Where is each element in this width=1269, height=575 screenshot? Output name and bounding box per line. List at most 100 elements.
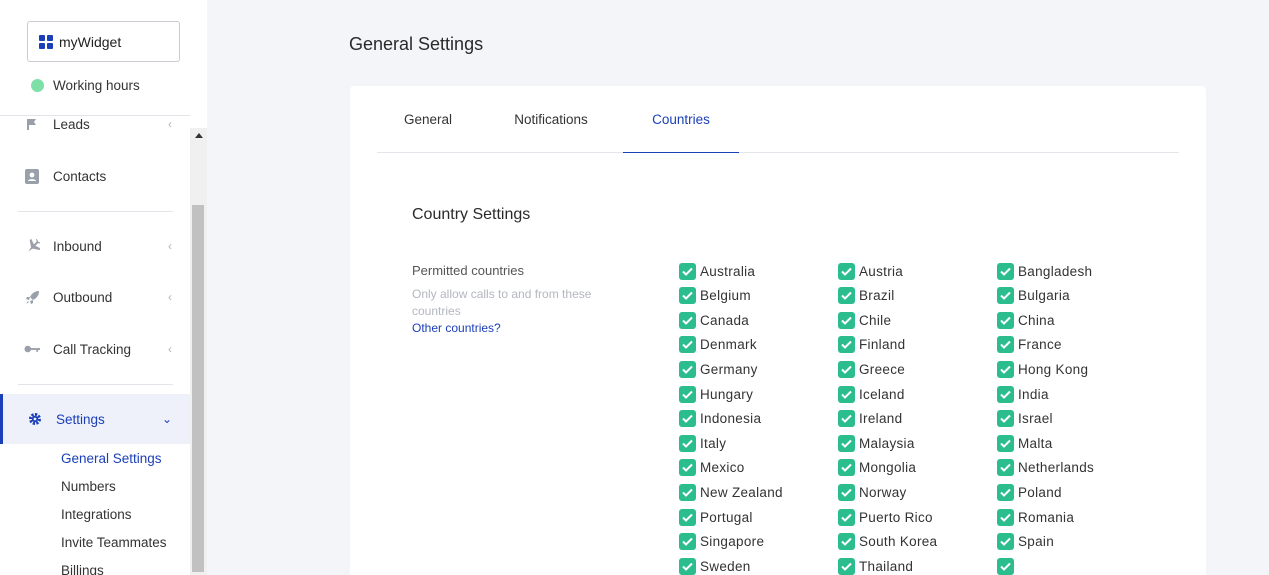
sidebar-item-contacts[interactable]: Contacts bbox=[0, 156, 190, 196]
country-checkbox[interactable]: France bbox=[997, 336, 1062, 354]
sidebar-item-call-tracking[interactable]: Call Tracking ‹ bbox=[0, 329, 190, 369]
checkmark-icon[interactable] bbox=[838, 557, 855, 575]
country-checkbox[interactable]: Bangladesh bbox=[997, 262, 1092, 280]
country-checkbox[interactable]: Brazil bbox=[838, 287, 895, 305]
checkmark-icon[interactable] bbox=[997, 533, 1014, 551]
country-checkbox[interactable]: Mexico bbox=[679, 459, 745, 477]
checkmark-icon[interactable] bbox=[997, 287, 1014, 305]
sidebar-scrollbar[interactable] bbox=[190, 128, 207, 575]
country-checkbox[interactable]: Ireland bbox=[838, 410, 902, 428]
country-checkbox[interactable] bbox=[997, 557, 1018, 575]
country-checkbox[interactable]: Thailand bbox=[838, 557, 913, 575]
country-checkbox[interactable]: China bbox=[997, 311, 1055, 329]
checkmark-icon[interactable] bbox=[679, 336, 696, 354]
checkmark-icon[interactable] bbox=[997, 385, 1014, 403]
nav-divider bbox=[18, 211, 173, 212]
checkmark-icon[interactable] bbox=[997, 434, 1014, 452]
country-checkbox[interactable]: Indonesia bbox=[679, 410, 761, 428]
country-checkbox[interactable]: Sweden bbox=[679, 557, 751, 575]
country-checkbox[interactable]: Canada bbox=[679, 311, 749, 329]
checkmark-icon[interactable] bbox=[997, 483, 1014, 501]
checkmark-icon[interactable] bbox=[997, 459, 1014, 477]
country-checkbox[interactable]: Malta bbox=[997, 434, 1053, 452]
checkmark-icon[interactable] bbox=[997, 311, 1014, 329]
checkmark-icon[interactable] bbox=[679, 311, 696, 329]
country-checkbox[interactable]: Puerto Rico bbox=[838, 508, 933, 526]
checkmark-icon[interactable] bbox=[997, 557, 1014, 575]
country-checkbox[interactable]: Mongolia bbox=[838, 459, 916, 477]
sidebar-item-outbound[interactable]: Outbound ‹ bbox=[0, 277, 190, 317]
checkmark-icon[interactable] bbox=[838, 533, 855, 551]
checkmark-icon[interactable] bbox=[838, 459, 855, 477]
country-checkbox[interactable]: Italy bbox=[679, 434, 726, 452]
sidebar-subitem-numbers[interactable]: Numbers bbox=[61, 479, 173, 494]
sidebar-subitem-integrations[interactable]: Integrations bbox=[61, 507, 173, 522]
checkmark-icon[interactable] bbox=[679, 360, 696, 378]
country-checkbox[interactable]: Germany bbox=[679, 360, 758, 378]
checkmark-icon[interactable] bbox=[838, 434, 855, 452]
country-checkbox[interactable]: Netherlands bbox=[997, 459, 1094, 477]
checkmark-icon[interactable] bbox=[679, 434, 696, 452]
working-hours-status[interactable]: Working hours bbox=[31, 78, 140, 93]
checkmark-icon[interactable] bbox=[997, 262, 1014, 280]
country-checkbox[interactable]: Iceland bbox=[838, 385, 905, 403]
other-countries-link[interactable]: Other countries? bbox=[412, 321, 501, 335]
country-checkbox[interactable]: India bbox=[997, 385, 1049, 403]
checkmark-icon[interactable] bbox=[997, 336, 1014, 354]
sidebar-subitem-general-settings[interactable]: General Settings bbox=[61, 451, 173, 466]
country-checkbox[interactable]: Norway bbox=[838, 483, 907, 501]
checkmark-icon[interactable] bbox=[997, 410, 1014, 428]
country-checkbox[interactable]: Austria bbox=[838, 262, 903, 280]
sidebar-item-leads[interactable]: Leads ‹ bbox=[0, 116, 190, 144]
checkmark-icon[interactable] bbox=[679, 410, 696, 428]
country-checkbox[interactable]: Hong Kong bbox=[997, 360, 1088, 378]
checkmark-icon[interactable] bbox=[679, 508, 696, 526]
country-checkbox[interactable]: Spain bbox=[997, 533, 1054, 551]
checkmark-icon[interactable] bbox=[838, 311, 855, 329]
country-checkbox[interactable]: Singapore bbox=[679, 533, 764, 551]
country-checkbox[interactable]: Finland bbox=[838, 336, 905, 354]
scrollbar-thumb[interactable] bbox=[192, 205, 204, 572]
flag-icon bbox=[24, 116, 40, 132]
checkmark-icon[interactable] bbox=[838, 262, 855, 280]
sidebar-subitem-invite-teammates[interactable]: Invite Teammates bbox=[61, 535, 173, 550]
checkmark-icon[interactable] bbox=[679, 262, 696, 280]
country-checkbox[interactable]: Belgium bbox=[679, 287, 751, 305]
checkmark-icon[interactable] bbox=[838, 483, 855, 501]
country-checkbox[interactable]: Romania bbox=[997, 508, 1074, 526]
checkmark-icon[interactable] bbox=[679, 533, 696, 551]
country-checkbox[interactable]: Chile bbox=[838, 311, 891, 329]
country-checkbox[interactable]: Denmark bbox=[679, 336, 757, 354]
tab-notifications[interactable]: Notifications bbox=[490, 86, 612, 153]
country-checkbox[interactable]: New Zealand bbox=[679, 483, 783, 501]
checkmark-icon[interactable] bbox=[997, 360, 1014, 378]
scroll-up-arrow-icon[interactable] bbox=[190, 128, 207, 142]
widget-selector[interactable]: myWidget bbox=[27, 21, 180, 62]
country-checkbox[interactable]: Malaysia bbox=[838, 434, 915, 452]
sidebar-item-inbound[interactable]: Inbound ‹ bbox=[0, 226, 190, 266]
tab-countries[interactable]: Countries bbox=[623, 86, 739, 153]
checkmark-icon[interactable] bbox=[838, 385, 855, 403]
checkmark-icon[interactable] bbox=[679, 287, 696, 305]
country-checkbox[interactable]: Greece bbox=[838, 360, 905, 378]
sidebar-item-settings[interactable]: Settings ⌄ bbox=[0, 394, 190, 444]
country-checkbox[interactable]: South Korea bbox=[838, 533, 937, 551]
country-checkbox[interactable]: Australia bbox=[679, 262, 755, 280]
country-checkbox[interactable]: Portugal bbox=[679, 508, 753, 526]
sidebar-subitem-billings[interactable]: Billings bbox=[61, 563, 173, 575]
country-checkbox[interactable]: Bulgaria bbox=[997, 287, 1070, 305]
checkmark-icon[interactable] bbox=[679, 557, 696, 575]
checkmark-icon[interactable] bbox=[679, 483, 696, 501]
checkmark-icon[interactable] bbox=[838, 410, 855, 428]
country-checkbox[interactable]: Poland bbox=[997, 483, 1062, 501]
checkmark-icon[interactable] bbox=[679, 385, 696, 403]
checkmark-icon[interactable] bbox=[838, 508, 855, 526]
checkmark-icon[interactable] bbox=[838, 287, 855, 305]
tab-general[interactable]: General bbox=[377, 86, 479, 153]
country-checkbox[interactable]: Israel bbox=[997, 410, 1053, 428]
country-checkbox[interactable]: Hungary bbox=[679, 385, 753, 403]
checkmark-icon[interactable] bbox=[838, 360, 855, 378]
checkmark-icon[interactable] bbox=[997, 508, 1014, 526]
checkmark-icon[interactable] bbox=[838, 336, 855, 354]
checkmark-icon[interactable] bbox=[679, 459, 696, 477]
